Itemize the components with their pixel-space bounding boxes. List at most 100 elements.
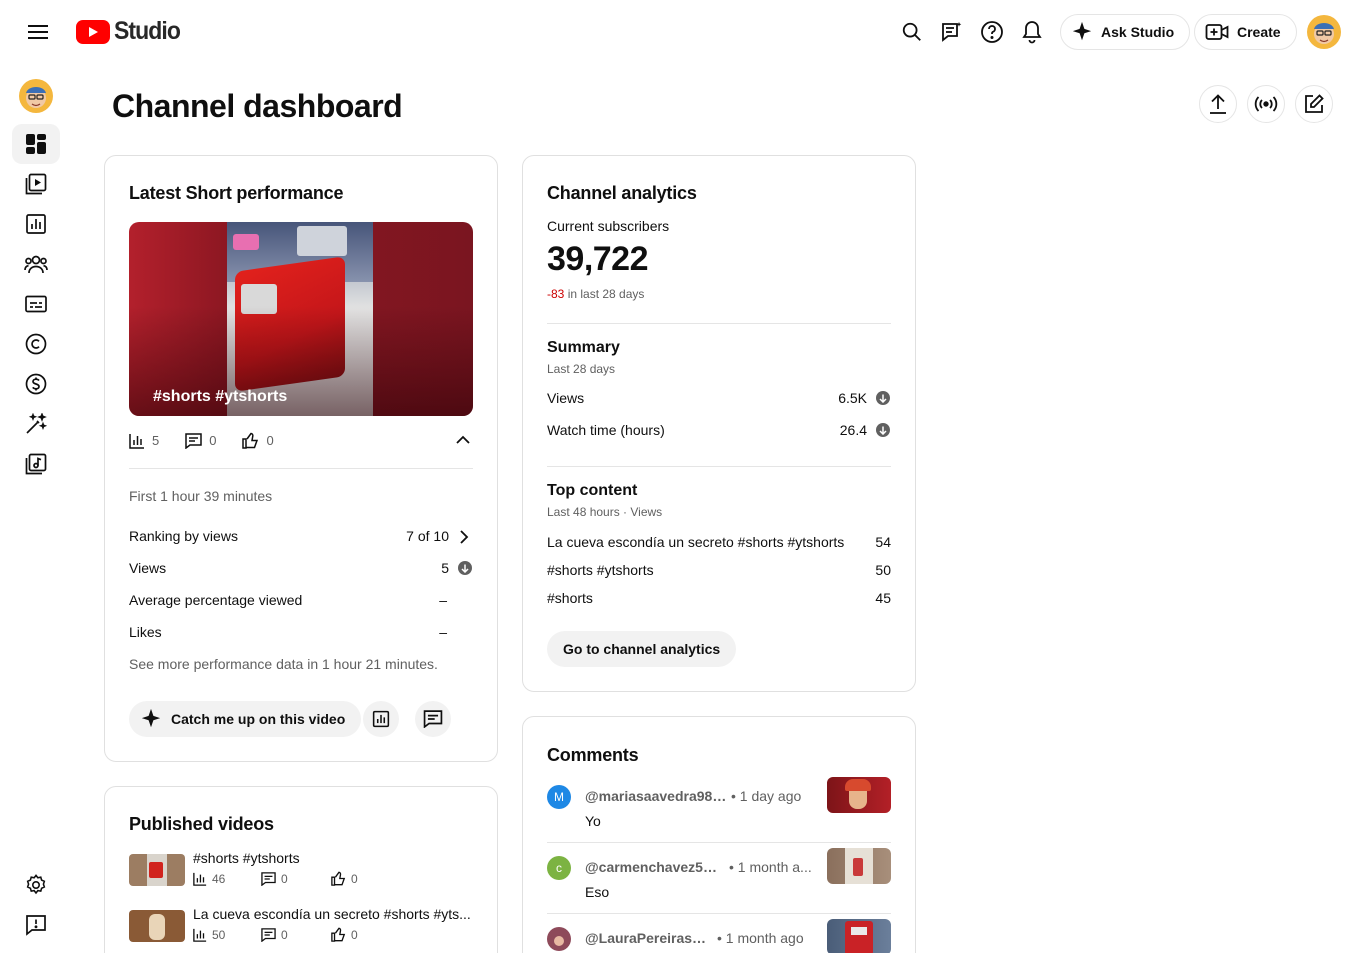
top-content-item-label[interactable]: #shorts — [547, 590, 593, 606]
like-icon — [242, 432, 259, 449]
sidebar-item-earn[interactable] — [12, 364, 60, 404]
help-icon — [981, 21, 1003, 43]
youtube-play-icon — [76, 19, 110, 44]
divider — [547, 842, 891, 843]
published-videos-title: Published videos — [129, 814, 274, 834]
sidebar-item-copyright[interactable] — [12, 324, 60, 364]
chevron-up-icon — [456, 435, 470, 444]
subscribers-change: -83 — [547, 287, 565, 301]
sparkle-icon — [1072, 21, 1092, 41]
video-comments: 0 — [281, 927, 288, 942]
sidebar-item-audio-library[interactable] — [12, 444, 60, 484]
collapse-button[interactable] — [455, 433, 471, 451]
studio-logo[interactable]: Studio — [76, 17, 186, 46]
catch-me-up-label: Catch me up on this video — [171, 711, 346, 727]
subtitles-icon — [25, 295, 47, 313]
commenter-avatar: M — [547, 785, 571, 809]
sidebar-item-content[interactable] — [12, 164, 60, 204]
comment-item[interactable]: c @carmenchavez53... • 1 month a... Eso — [547, 848, 891, 926]
comment-video-thumbnail[interactable] — [827, 848, 891, 884]
community-icon — [24, 255, 48, 274]
views-stat: 5 — [129, 433, 159, 449]
down-arrow-icon — [876, 391, 890, 405]
comment-author[interactable]: @carmenchavez53... — [585, 859, 719, 875]
views-row-label: Views — [129, 560, 167, 576]
video-comments-button[interactable] — [415, 701, 451, 737]
channel-avatar[interactable] — [19, 79, 53, 113]
video-analytics-button[interactable] — [363, 701, 399, 737]
video-views: 50 — [212, 927, 226, 942]
menu-button[interactable] — [18, 12, 58, 52]
analytics-icon — [26, 214, 46, 234]
short-thumbnail[interactable]: #shorts #ytshorts — [129, 222, 473, 416]
catch-me-up-button[interactable]: Catch me up on this video — [129, 701, 362, 737]
likes-count: 0 — [266, 433, 274, 448]
feedback-chat-button[interactable] — [932, 12, 972, 52]
published-video-item[interactable]: #shorts #ytshorts 46 0 0 — [129, 850, 473, 894]
summary-views-value: 6.5K — [838, 390, 867, 406]
ask-studio-label: Ask Studio — [1101, 24, 1175, 40]
comment-icon — [261, 927, 276, 942]
comment-author[interactable]: @mariasaavedra9839 — [585, 788, 727, 804]
create-button[interactable]: Create — [1194, 14, 1297, 50]
settings-icon — [26, 874, 46, 895]
earn-icon — [25, 373, 47, 395]
published-videos-card: Published videos #shorts #ytshorts 46 0 … — [104, 786, 498, 953]
comment-icon — [423, 710, 443, 728]
go-to-analytics-button[interactable]: Go to channel analytics — [547, 631, 737, 667]
account-avatar[interactable] — [1307, 15, 1341, 49]
published-video-item[interactable]: La cueva escondía un secreto #shorts #yt… — [129, 906, 473, 950]
summary-title: Summary — [547, 339, 620, 356]
comment-author[interactable]: @LauraPereirasosa — [585, 930, 711, 946]
ranking-label: Ranking by views — [129, 528, 238, 544]
top-content-item-value: 50 — [875, 562, 891, 578]
sidebar-item-subtitles[interactable] — [12, 284, 60, 324]
help-button[interactable] — [972, 12, 1012, 52]
divider — [547, 466, 891, 467]
sidebar-item-dashboard[interactable] — [12, 124, 60, 164]
comment-item[interactable]: @LauraPereirasosa • 1 month ago — [547, 919, 891, 953]
comment-time: • 1 day ago — [731, 788, 802, 804]
comment-video-thumbnail[interactable] — [827, 777, 891, 813]
sidebar-item-send-feedback[interactable] — [12, 905, 60, 945]
summary-period: Last 28 days — [547, 362, 616, 376]
top-content-item-value: 54 — [875, 534, 891, 550]
like-icon — [331, 927, 346, 942]
sidebar-item-settings[interactable] — [12, 865, 60, 905]
sidebar-item-customization[interactable] — [12, 404, 60, 444]
notifications-button[interactable] — [1012, 12, 1052, 52]
customization-icon — [26, 413, 47, 434]
search-button[interactable] — [892, 12, 932, 52]
analytics-icon — [193, 872, 207, 886]
video-thumbnail — [129, 854, 185, 886]
go-live-icon — [1254, 96, 1278, 112]
latest-short-title: Latest Short performance — [129, 183, 344, 203]
top-content-item-label[interactable]: #shorts #ytshorts — [547, 562, 654, 578]
page-title: Channel dashboard — [112, 88, 403, 124]
analytics-icon — [129, 433, 144, 449]
more-performance-note: See more performance data in 1 hour 21 m… — [129, 656, 438, 672]
upload-button[interactable] — [1199, 85, 1237, 123]
subscribers-change-suffix: in last 28 days — [567, 287, 645, 301]
down-arrow-icon — [876, 423, 890, 437]
thumbnail-caption: #shorts #ytshorts — [153, 388, 288, 405]
video-stats: 46 0 0 — [193, 871, 358, 886]
sidebar-item-analytics[interactable] — [12, 204, 60, 244]
ask-studio-button[interactable]: Ask Studio — [1060, 14, 1191, 50]
ranking-details-button[interactable] — [459, 530, 469, 549]
sidebar-item-community[interactable] — [12, 244, 60, 284]
comment-time: • 1 month ago — [717, 930, 804, 946]
subscribers-label: Current subscribers — [547, 218, 670, 234]
comment-video-thumbnail[interactable] — [827, 919, 891, 953]
likes-row-value: – — [439, 624, 447, 640]
like-icon — [331, 871, 346, 886]
avg-percentage-value: – — [439, 592, 447, 608]
go-live-button[interactable] — [1247, 85, 1285, 123]
divider — [547, 323, 891, 324]
create-post-button[interactable] — [1295, 85, 1333, 123]
comment-item[interactable]: M @mariasaavedra9839 • 1 day ago Yo — [547, 777, 891, 855]
top-content-item-label[interactable]: La cueva escondía un secreto #shorts #yt… — [547, 534, 844, 550]
video-comments: 0 — [281, 871, 288, 886]
top-content-period: Last 48 hours · Views — [547, 505, 663, 519]
comment-icon — [185, 432, 202, 449]
